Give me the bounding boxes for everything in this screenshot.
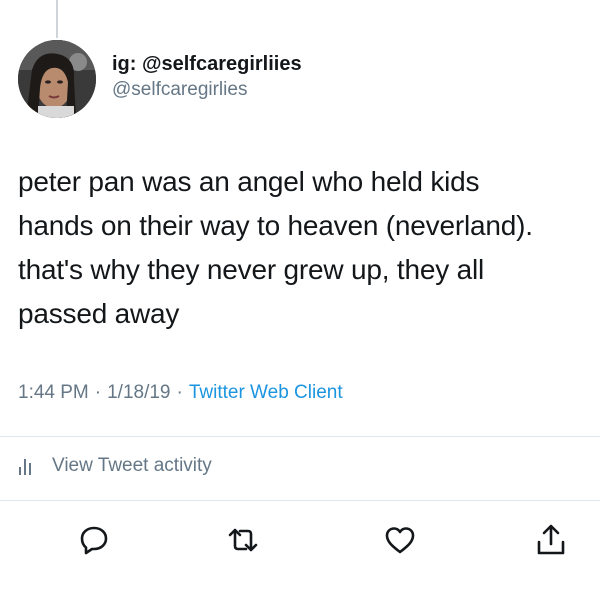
analytics-bars-icon xyxy=(19,459,31,475)
tweet-header: ig: @selfcaregirliies @selfcaregirlies xyxy=(18,40,302,118)
tweet-screenshot: ig: @selfcaregirliies @selfcaregirlies p… xyxy=(0,0,600,600)
tweet-text-line: peter pan was an angel who held kids xyxy=(18,166,480,197)
reply-button[interactable] xyxy=(76,522,112,558)
reply-icon xyxy=(80,526,108,555)
separator-dot: · xyxy=(94,382,102,403)
divider xyxy=(0,500,600,501)
tweet-time[interactable]: 1:44 PM xyxy=(18,382,89,404)
retweet-icon xyxy=(228,528,258,552)
like-icon xyxy=(385,527,415,554)
tweet-text-line: hands on their way to heaven (neverland)… xyxy=(18,210,533,241)
like-button[interactable] xyxy=(382,522,418,558)
tweet-date[interactable]: 1/18/19 xyxy=(107,382,170,404)
avatar-photo xyxy=(18,40,96,118)
tweet-text-line: that's why they never grew up, they all xyxy=(18,254,485,285)
tweet-metadata: 1:44 PM · 1/18/19 · Twitter Web Client xyxy=(18,382,343,404)
divider xyxy=(0,436,600,437)
display-name[interactable]: ig: @selfcaregirliies xyxy=(112,51,302,77)
user-names: ig: @selfcaregirliies @selfcaregirlies xyxy=(112,51,302,103)
tweet-actions-bar xyxy=(0,522,600,562)
retweet-button[interactable] xyxy=(225,522,261,558)
tweet-text-line: passed away xyxy=(18,298,180,329)
thread-connector-line xyxy=(56,0,58,38)
tweet-source-link[interactable]: Twitter Web Client xyxy=(189,382,343,404)
tweet-text: peter pan was an angel who held kids han… xyxy=(18,160,593,336)
share-button[interactable] xyxy=(533,522,569,558)
view-tweet-activity-link[interactable]: View Tweet activity xyxy=(18,455,212,477)
share-icon xyxy=(537,524,565,555)
view-tweet-activity-label: View Tweet activity xyxy=(52,455,212,476)
avatar[interactable] xyxy=(18,40,96,118)
separator-dot: · xyxy=(176,382,183,403)
user-handle[interactable]: @selfcaregirlies xyxy=(112,77,302,103)
